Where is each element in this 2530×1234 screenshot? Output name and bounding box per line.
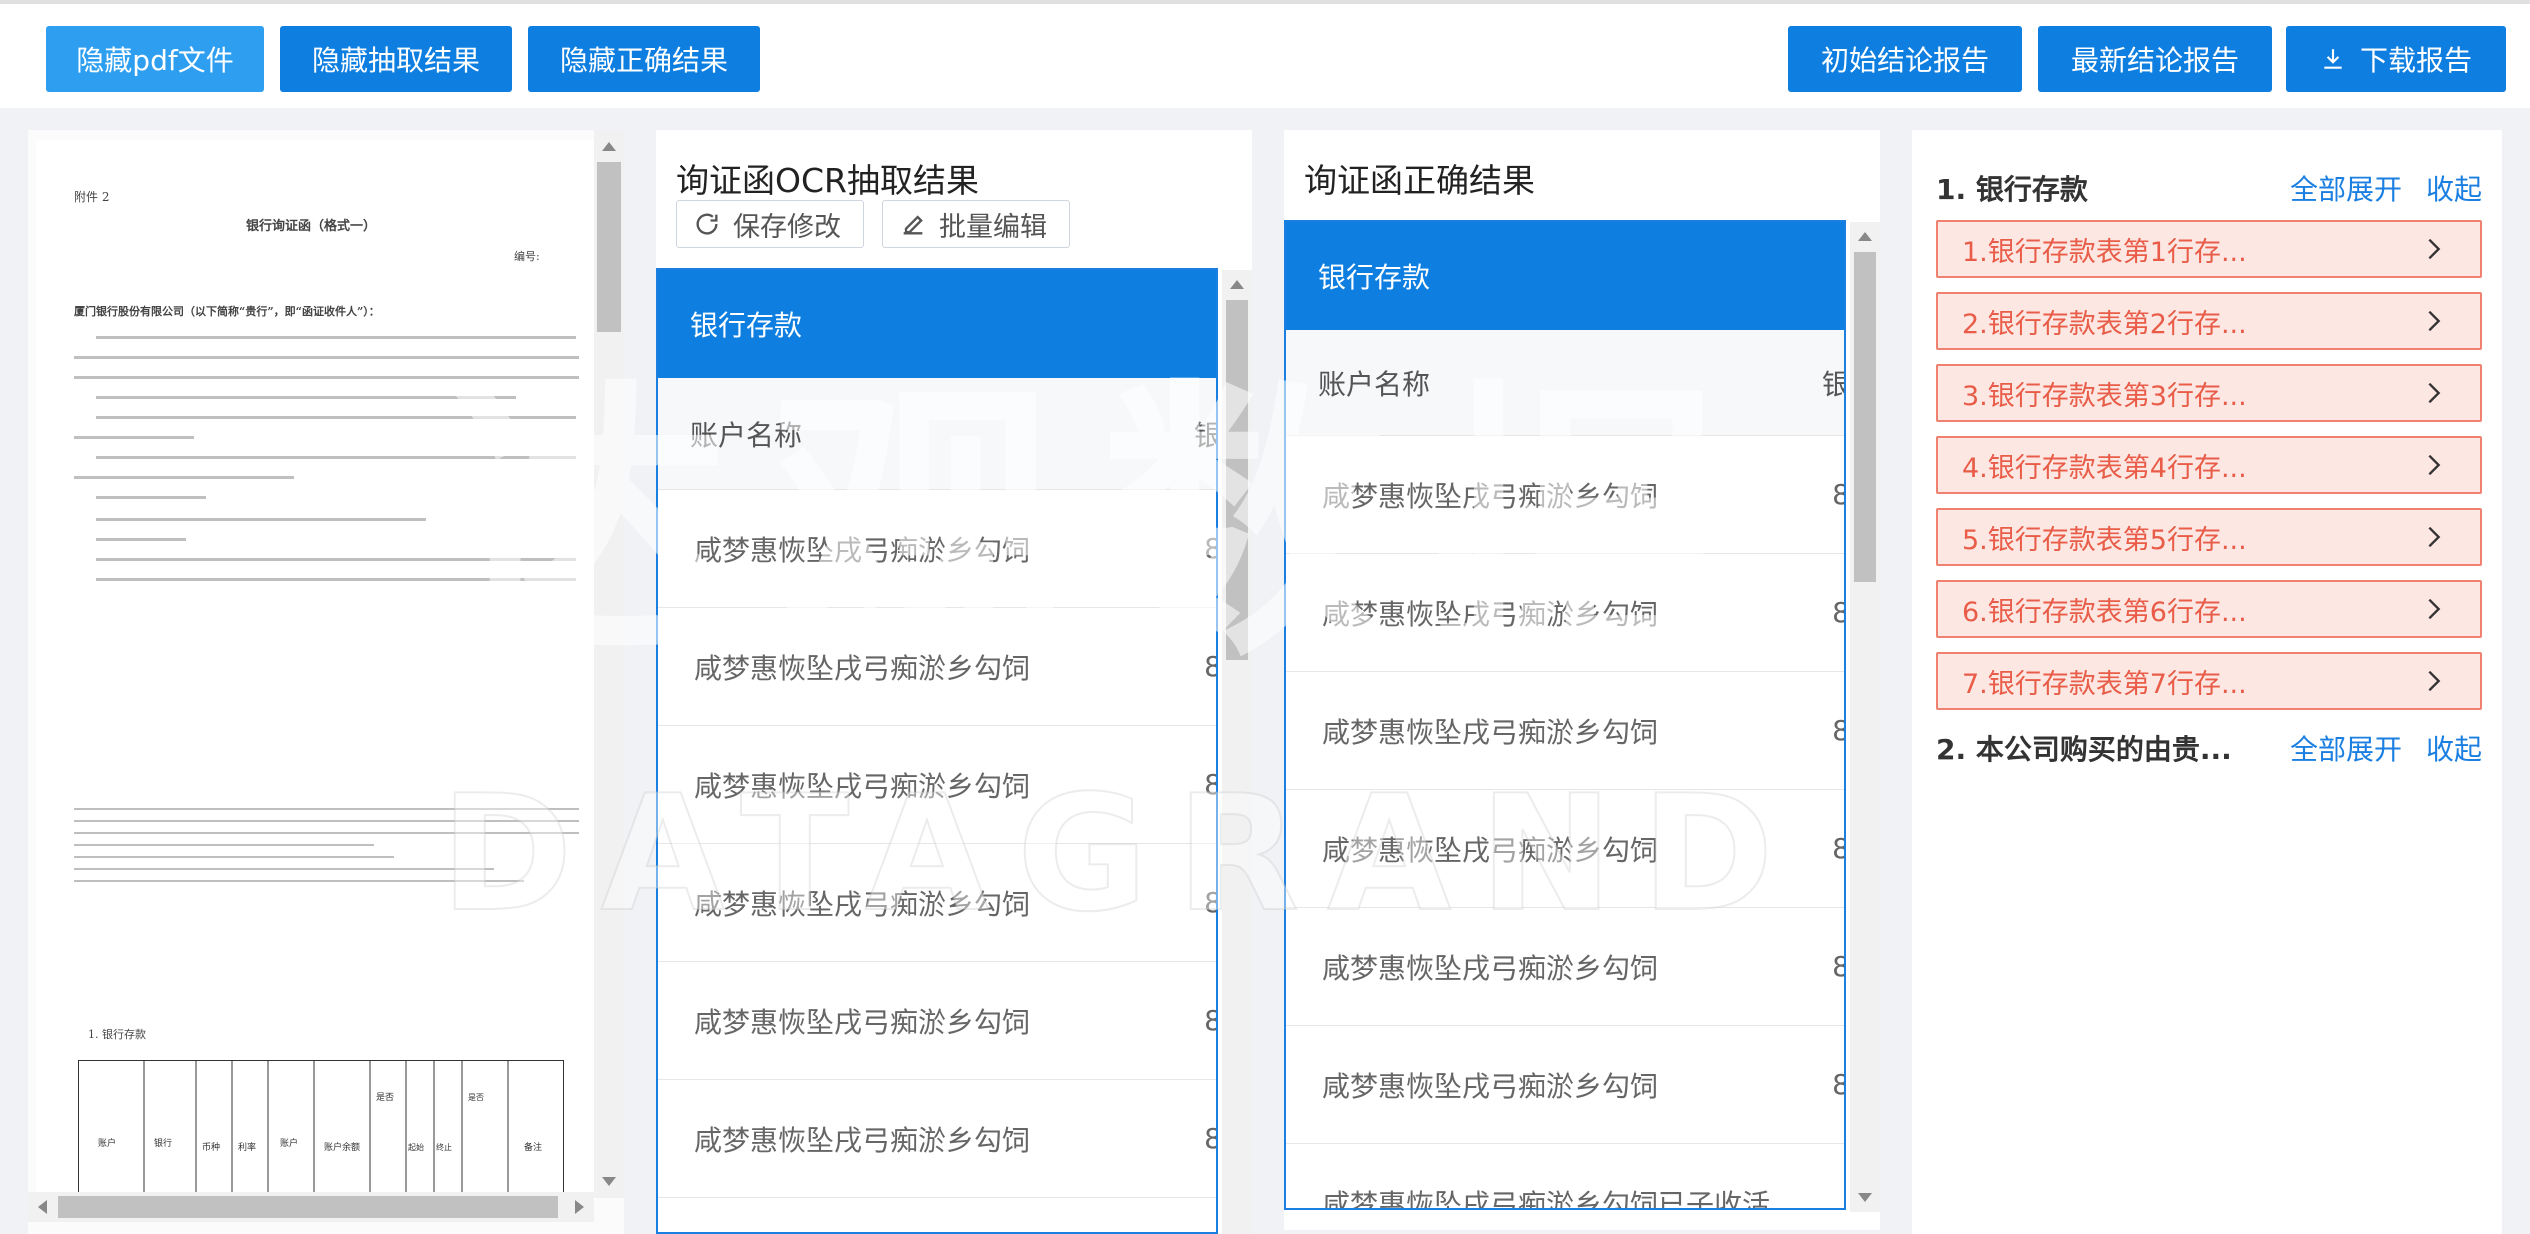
pdf-attachment: 附件 2: [74, 190, 110, 204]
correct-panel-title: 询证函正确结果: [1304, 161, 1535, 200]
ocr-table: 银行存款 账户名称银 咸梦惠恢坠戌弓痴淤乡勾饲8 咸梦惠恢坠戌弓痴淤乡勾饲8 咸…: [656, 268, 1218, 1234]
pdf-horizontal-scrollbar[interactable]: [28, 1192, 594, 1222]
list-item[interactable]: 3.银行存款表第3行存...: [1936, 364, 2482, 422]
list-item[interactable]: 5.银行存款表第5行存...: [1936, 508, 2482, 566]
svg-text:备注: 备注: [524, 1141, 542, 1153]
section-bank-deposit-title: 1. 银行存款: [1936, 173, 2088, 206]
chevron-right-icon: [2428, 670, 2441, 692]
correct-vertical-scrollbar[interactable]: [1850, 222, 1880, 1212]
hide-extract-button[interactable]: 隐藏抽取结果: [280, 26, 512, 92]
ocr-result-panel: 询证函OCR抽取结果 保存修改 批量编辑 银行存款 账户名称银 咸梦惠恢坠戌弓痴…: [656, 130, 1252, 1234]
table-row[interactable]: 咸梦惠恢坠戌弓痴淤乡勾饲8: [1286, 436, 1844, 554]
chevron-right-icon: [2428, 382, 2441, 404]
correct-result-panel: 询证函正确结果 银行存款 账户名称银 咸梦惠恢坠戌弓痴淤乡勾饲8 咸梦惠恢坠戌弓…: [1284, 130, 1880, 1230]
svg-text:账户: 账户: [280, 1137, 298, 1149]
summary-panel: 1. 银行存款 全部展开 收起 1.银行存款表第1行存... 2.银行存款表第2…: [1912, 130, 2502, 1234]
pdf-title: 银行询证函（格式一）: [246, 219, 377, 234]
expand-all-link-2[interactable]: 全部展开: [2290, 728, 2402, 768]
pdf-vertical-scrollbar[interactable]: [594, 130, 624, 1198]
hide-pdf-button[interactable]: 隐藏pdf文件: [46, 26, 264, 92]
chevron-right-icon: [2428, 238, 2441, 260]
pdf-table-section: 1. 银行存款: [88, 1028, 146, 1041]
pdf-table: 账户 银行 币种 利率 账户 账户余额 是否 起始 终止 是否 备注: [78, 1060, 564, 1200]
expand-all-link[interactable]: 全部展开: [2290, 168, 2402, 208]
chevron-right-icon: [2428, 526, 2441, 548]
ocr-column-header: 账户名称银: [658, 378, 1216, 490]
svg-text:银行: 银行: [154, 1137, 172, 1149]
download-icon: [2324, 49, 2342, 69]
toolbar: 隐藏pdf文件 隐藏抽取结果 隐藏正确结果 初始结论报告 最新结论报告 下载报告: [0, 0, 2530, 108]
collapse-link-2[interactable]: 收起: [2426, 728, 2482, 768]
batch-edit-button[interactable]: 批量编辑: [882, 200, 1070, 248]
list-item[interactable]: 4.银行存款表第4行存...: [1936, 436, 2482, 494]
hide-correct-button[interactable]: 隐藏正确结果: [528, 26, 760, 92]
pdf-page: 附件 2 银行询证函（格式一） 编号: 厦门银行股份有限公司（以下简称“贵行”，…: [36, 140, 596, 1200]
section-purchased-title: 2. 本公司购买的由贵...: [1936, 733, 2232, 766]
correct-column-header: 账户名称银: [1286, 330, 1844, 436]
table-row[interactable]: 咸梦惠恢坠戌弓痴淤乡勾饲已子收活: [1286, 1144, 1844, 1209]
svg-text:账户: 账户: [98, 1137, 116, 1149]
svg-text:账户余额: 账户余额: [324, 1141, 360, 1153]
chevron-right-icon: [2428, 598, 2441, 620]
table-row[interactable]: 咸梦惠恢坠戌弓痴淤乡勾饲8: [1286, 554, 1844, 672]
svg-text:币种: 币种: [202, 1141, 220, 1153]
table-row[interactable]: 咸梦惠恢坠戌弓痴淤乡勾饲8: [1286, 908, 1844, 1026]
svg-text:起始: 起始: [408, 1142, 424, 1152]
refresh-icon: [696, 213, 718, 235]
table-row[interactable]: 咸梦惠恢坠戌弓痴淤乡勾饲8: [1286, 1026, 1844, 1144]
latest-report-button[interactable]: 最新结论报告: [2038, 26, 2272, 92]
pdf-viewer[interactable]: 附件 2 银行询证函（格式一） 编号: 厦门银行股份有限公司（以下简称“贵行”，…: [28, 130, 624, 1234]
chevron-right-icon: [2428, 454, 2441, 476]
list-item[interactable]: 1.银行存款表第1行存...: [1936, 220, 2482, 278]
svg-text:是否: 是否: [376, 1092, 394, 1103]
ocr-vertical-scrollbar[interactable]: [1222, 270, 1252, 1234]
ocr-table-header: 银行存款: [658, 270, 1216, 378]
ocr-scroll-thumb[interactable]: [1226, 300, 1248, 660]
edit-icon: [903, 215, 923, 235]
correct-table: 银行存款 账户名称银 咸梦惠恢坠戌弓痴淤乡勾饲8 咸梦惠恢坠戌弓痴淤乡勾饲8 咸…: [1284, 220, 1846, 1210]
table-row[interactable]: 咸梦惠恢坠戌弓痴淤乡勾饲8: [658, 844, 1216, 962]
list-item[interactable]: 7.银行存款表第7行存...: [1936, 652, 2482, 710]
chevron-right-icon: [2428, 310, 2441, 332]
list-item[interactable]: 6.银行存款表第6行存...: [1936, 580, 2482, 638]
list-item[interactable]: 2.银行存款表第2行存...: [1936, 292, 2482, 350]
table-row[interactable]: 咸梦惠恢坠戌弓痴淤乡勾饲8: [658, 608, 1216, 726]
pdf-horizontal-scroll-thumb[interactable]: [58, 1196, 558, 1218]
table-row[interactable]: 咸梦惠恢坠戌弓痴淤乡勾饲8: [658, 1080, 1216, 1198]
svg-text:是否: 是否: [468, 1093, 484, 1102]
save-changes-button[interactable]: 保存修改: [676, 200, 864, 248]
pdf-number: 编号:: [514, 250, 540, 263]
table-row[interactable]: 咸梦惠恢坠戌弓痴淤乡勾饲8: [658, 726, 1216, 844]
pdf-addressee: 厦门银行股份有限公司（以下简称“贵行”，即“函证收件人”）：: [74, 305, 380, 318]
table-row[interactable]: 咸梦惠恢坠戌弓痴淤乡勾饲8: [1286, 790, 1844, 908]
correct-scroll-thumb[interactable]: [1854, 252, 1876, 582]
ocr-panel-title: 询证函OCR抽取结果: [676, 161, 979, 200]
initial-report-button[interactable]: 初始结论报告: [1788, 26, 2022, 92]
download-report-button[interactable]: 下载报告: [2286, 26, 2506, 92]
collapse-link[interactable]: 收起: [2426, 168, 2482, 208]
pdf-vertical-scroll-thumb[interactable]: [597, 162, 621, 332]
table-row[interactable]: 咸梦惠恢坠戌弓痴淤乡勾饲8: [658, 490, 1216, 608]
svg-text:利率: 利率: [238, 1141, 256, 1153]
table-row[interactable]: 咸梦惠恢坠戌弓痴淤乡勾饲8: [1286, 672, 1844, 790]
svg-text:终止: 终止: [436, 1142, 452, 1152]
correct-table-header: 银行存款: [1286, 222, 1844, 330]
table-row[interactable]: 咸梦惠恢坠戌弓痴淤乡勾饲8: [658, 962, 1216, 1080]
